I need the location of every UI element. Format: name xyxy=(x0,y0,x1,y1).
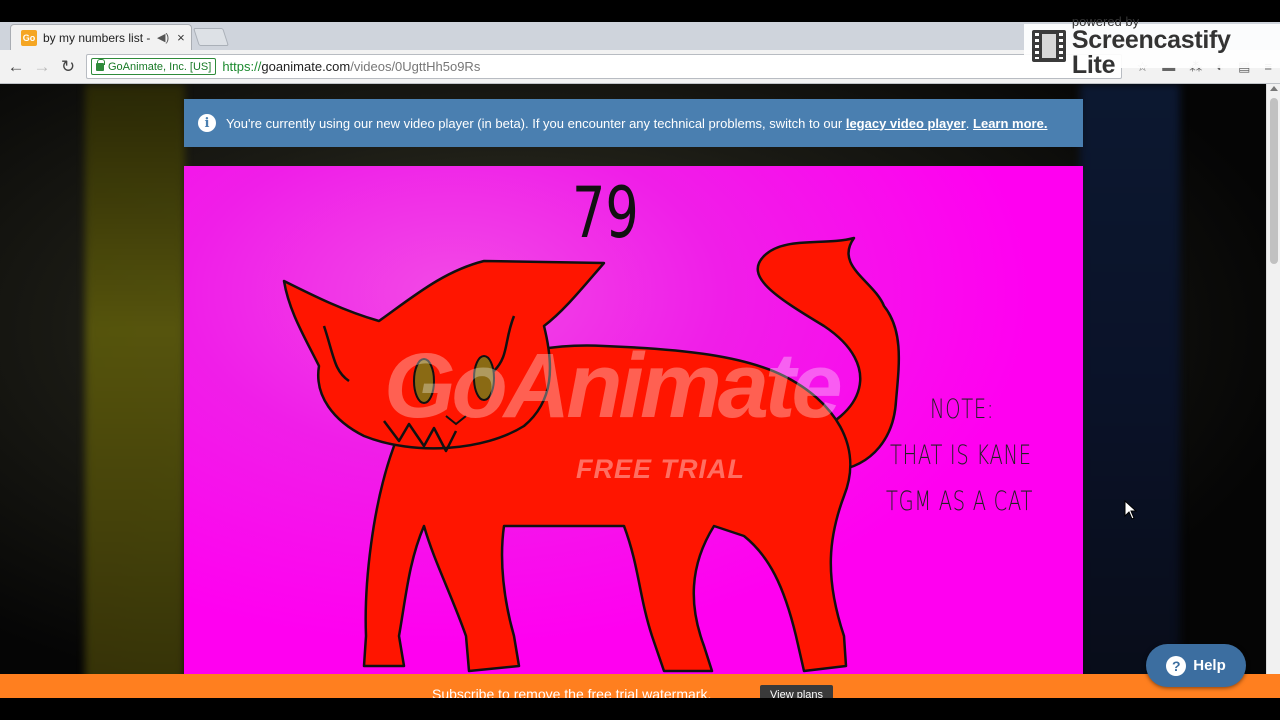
help-button[interactable]: ? Help xyxy=(1146,644,1246,687)
beta-player-banner: i You're currently using our new video p… xyxy=(184,99,1083,147)
reload-icon[interactable]: ↻ xyxy=(58,57,78,77)
film-strip-icon xyxy=(1032,30,1066,62)
free-trial-watermark: FREE TRIAL xyxy=(576,454,745,484)
background-blur-right xyxy=(1080,84,1180,698)
forward-arrow-icon[interactable]: → xyxy=(32,57,52,77)
url-text[interactable]: https://goanimate.com/videos/0UgttHh5o9R… xyxy=(222,59,480,74)
legacy-player-link[interactable]: legacy video player xyxy=(846,116,966,131)
screencastify-brand: Screencastify Lite xyxy=(1071,25,1231,79)
url-path: /videos/0UgttHh5o9Rs xyxy=(350,59,481,74)
goanimate-favicon-icon: Go xyxy=(21,29,37,46)
note-line-1: NOTE: xyxy=(930,394,995,425)
note-line-3: TGM AS A CAT xyxy=(886,486,1034,517)
scroll-up-arrow-icon[interactable] xyxy=(1270,86,1278,91)
new-tab-button[interactable] xyxy=(193,28,229,46)
scrollbar-thumb[interactable] xyxy=(1270,98,1278,264)
tab-title: by my numbers list - xyxy=(43,30,151,45)
scrollbar[interactable] xyxy=(1266,84,1280,698)
learn-more-link[interactable]: Learn more. xyxy=(973,116,1047,131)
browser-tab[interactable]: Go by my numbers list - ◀) × xyxy=(10,24,192,50)
subscribe-bar: Subscribe to remove the free trial water… xyxy=(0,674,1280,705)
screencastify-watermark: powered by Screencastify Lite xyxy=(1024,15,1280,77)
screen: Go by my numbers list - ◀) × ← → ↻ GoAni… xyxy=(0,0,1280,720)
note-line-2: THAT IS KANE xyxy=(890,440,1032,471)
url-host: goanimate.com xyxy=(261,59,351,74)
lock-icon xyxy=(96,58,105,71)
url-scheme: https:// xyxy=(222,59,262,74)
question-icon: ? xyxy=(1166,655,1187,676)
back-arrow-icon[interactable]: ← xyxy=(6,57,26,77)
mouse-cursor-icon xyxy=(1124,499,1138,525)
banner-separator: . xyxy=(965,115,974,131)
speaker-icon[interactable]: ◀) xyxy=(157,31,169,44)
number-label: 79 xyxy=(572,172,639,254)
bottom-letterbox xyxy=(0,698,1280,720)
banner-text: You're currently using our new video pla… xyxy=(226,116,1047,131)
banner-message: You're currently using our new video pla… xyxy=(226,115,846,131)
ev-certificate-badge[interactable]: GoAnimate, Inc. [US] xyxy=(91,58,217,75)
info-icon: i xyxy=(198,114,216,132)
tab-close-icon[interactable]: × xyxy=(177,30,185,45)
address-bar[interactable]: GoAnimate, Inc. [US] https://goanimate.c… xyxy=(86,54,1122,79)
goanimate-watermark: GoAnimate xyxy=(384,335,843,437)
help-label: Help xyxy=(1193,657,1226,674)
video-player[interactable]: 79 NOTE: THAT IS KANE TGM AS A CAT GoAni… xyxy=(184,166,1083,676)
ev-badge-label: GoAnimate, Inc. [US] xyxy=(108,60,212,73)
background-blur-left xyxy=(85,84,185,698)
